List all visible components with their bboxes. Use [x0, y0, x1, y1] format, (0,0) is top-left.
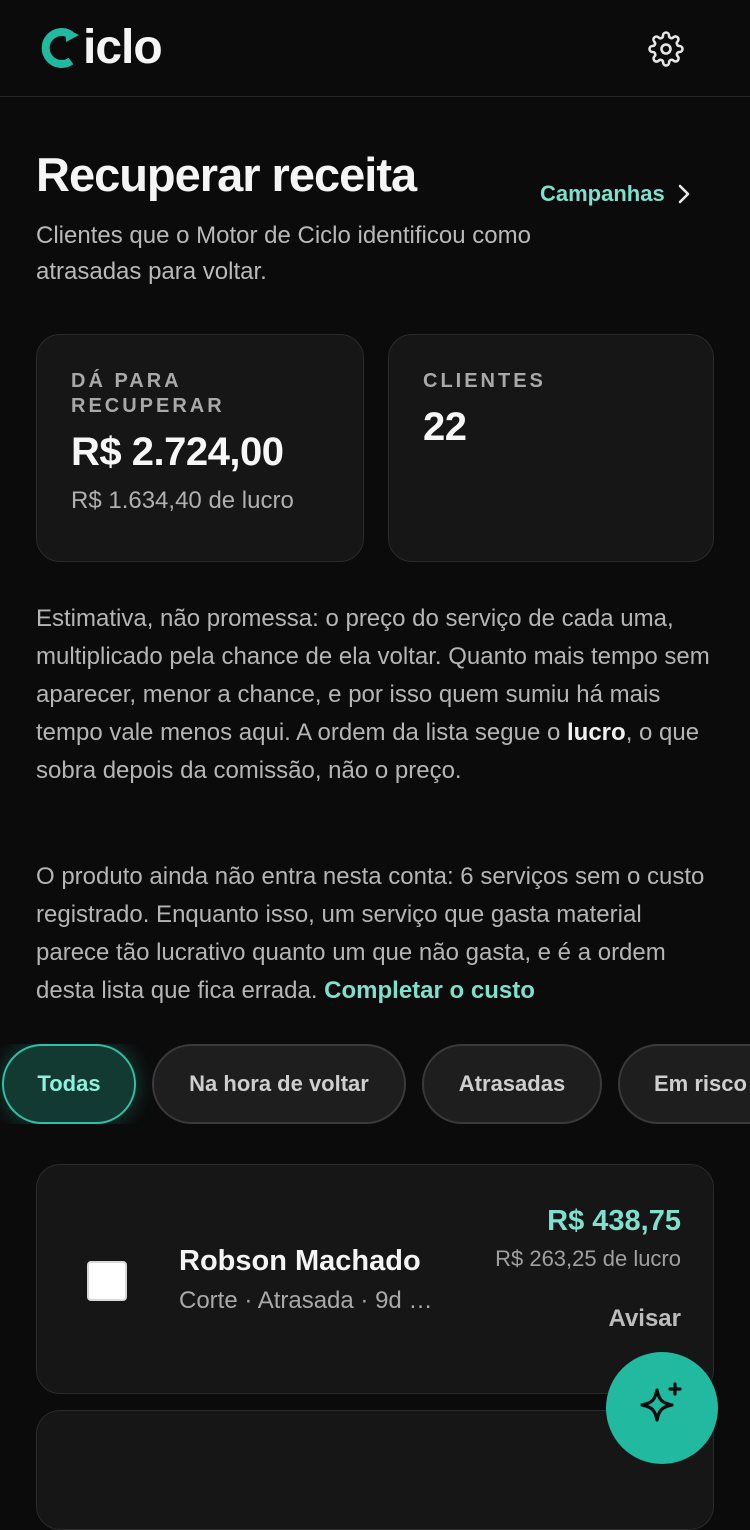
recover-label: DÁ PARA RECUPERAR	[71, 370, 225, 417]
client-name: Robson Machado	[179, 1245, 421, 1277]
campaigns-link[interactable]: Campanhas	[540, 176, 691, 212]
ai-assistant-button[interactable]	[606, 1352, 718, 1464]
client-profit: R$ 263,25 de lucro	[495, 1246, 681, 1271]
client-card[interactable]: Robson Machado Corte · Atrasada · 9d … R…	[36, 1164, 714, 1394]
notify-button[interactable]: Avisar	[609, 1303, 682, 1335]
recover-value: R$ 2.724,00	[71, 430, 284, 474]
clients-label: CLIENTES	[423, 370, 546, 392]
campaigns-link-label: Campanhas	[540, 181, 665, 206]
estimate-explainer: Estimativa, não promessa: o preço do ser…	[36, 600, 716, 790]
complete-cost-link[interactable]: Completar o custo	[324, 977, 535, 1004]
page-title: Recuperar receita	[36, 148, 417, 201]
client-select-checkbox[interactable]	[87, 1261, 127, 1301]
client-meta: Corte · Atrasada · 9d …	[179, 1287, 433, 1314]
sparkles-icon	[640, 1382, 682, 1422]
filter-chip-na-hora[interactable]: Na hora de voltar	[152, 1044, 406, 1124]
ciclo-logo-icon	[41, 28, 79, 68]
filter-chips: Todas Na hora de voltar Atrasadas Em ris…	[0, 1044, 750, 1124]
recover-profit: R$ 1.634,40 de lucro	[71, 487, 294, 514]
client-value: R$ 438,75	[547, 1205, 681, 1237]
logo-text: iclo	[83, 21, 163, 74]
chevron-right-icon	[678, 184, 690, 204]
clients-value: 22	[423, 405, 467, 449]
settings-button[interactable]	[644, 27, 688, 71]
gear-icon	[648, 31, 684, 67]
filter-chip-atrasadas[interactable]: Atrasadas	[422, 1044, 602, 1124]
clients-card: CLIENTES 22	[388, 334, 714, 562]
page-subtitle: Clientes que o Motor de Ciclo identifico…	[36, 222, 531, 285]
cost-warning: O produto ainda não entra nesta conta: 6…	[36, 858, 716, 1010]
filter-chip-todas[interactable]: Todas	[2, 1044, 136, 1124]
explainer-bold-profit: lucro	[567, 719, 626, 746]
recover-card: DÁ PARA RECUPERAR R$ 2.724,00 R$ 1.634,4…	[36, 334, 364, 562]
app-logo[interactable]: iclo	[38, 20, 163, 76]
filter-chip-em-risco[interactable]: Em risco	[618, 1044, 750, 1124]
app-header: iclo	[0, 0, 750, 97]
